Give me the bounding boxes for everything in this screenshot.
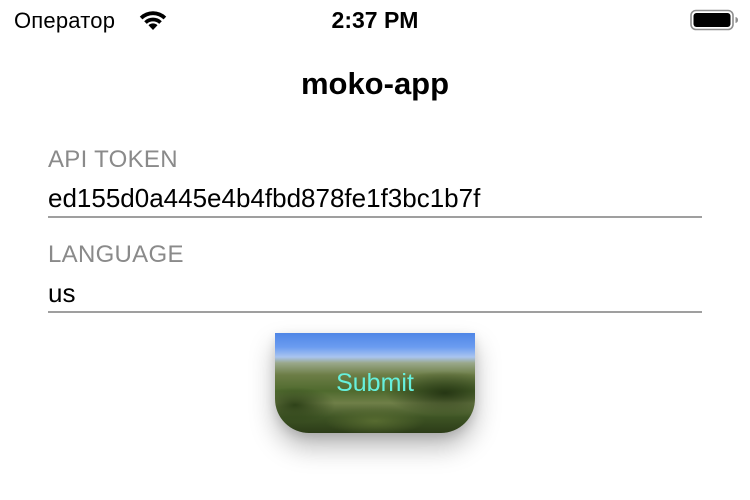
status-bar: Оператор 2:37 PM bbox=[0, 0, 750, 40]
api-token-field: API TOKEN bbox=[48, 146, 702, 218]
language-field: LANGUAGE bbox=[48, 241, 702, 313]
api-token-input[interactable] bbox=[48, 180, 702, 218]
submit-button[interactable]: Submit bbox=[275, 333, 475, 433]
status-time: 2:37 PM bbox=[331, 7, 419, 33]
api-token-label: API TOKEN bbox=[48, 146, 178, 173]
page-title: moko-app bbox=[300, 66, 450, 101]
language-input[interactable] bbox=[48, 275, 702, 313]
submit-button-label: Submit bbox=[336, 369, 414, 397]
battery-full-icon bbox=[690, 9, 740, 31]
language-label: LANGUAGE bbox=[48, 241, 184, 268]
app-screen: Оператор 2:37 PM moko-app API TOKEN LANG… bbox=[0, 0, 750, 500]
